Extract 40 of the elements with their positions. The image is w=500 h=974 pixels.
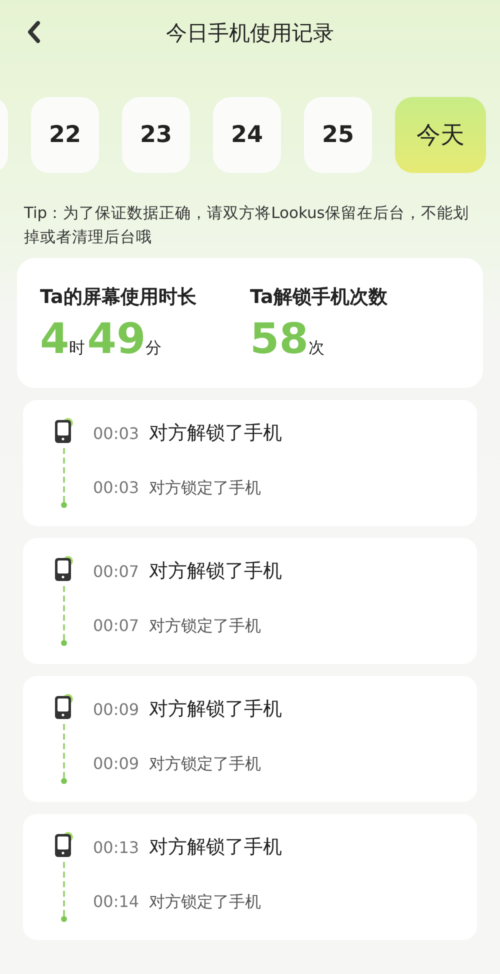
date-chip[interactable]: 今天 [395,97,486,173]
timeline-dot [61,916,67,922]
event-text: 对方解锁了手机 [149,697,282,722]
stat-number: 58 [250,314,308,364]
event-time: 00:03 [93,424,140,443]
event-time: 00:13 [93,838,140,857]
event-time: 00:09 [93,700,140,719]
date-chip[interactable]: 22 [31,97,99,173]
date-chip[interactable]: 23 [122,97,190,173]
stat-unit: 次 [308,338,324,359]
date-chip[interactable]: 25 [304,97,372,173]
tip-text: Tip：为了保证数据正确，请双方将Lookus保留在后台，不能划掉或者清理后台哦 [24,203,470,248]
timeline-dot [61,502,67,508]
event-time: 00:09 [93,754,140,773]
phone-icon [53,556,75,582]
event-time: 00:07 [93,562,140,581]
event-text: 对方锁定了手机 [149,754,262,775]
event-text: 对方锁定了手机 [149,892,262,913]
timeline-dot [61,778,67,784]
back-icon [26,20,42,44]
stat-label: Ta的屏幕使用时长 [40,285,198,310]
timeline-dot [61,640,67,646]
event-time: 00:03 [93,478,140,497]
stat-label: Ta解锁手机次数 [250,285,388,310]
event-text: 对方解锁了手机 [149,559,282,584]
phone-icon [53,694,75,720]
stat-unit: 分 [146,338,162,359]
stat-number: 4 [40,314,70,364]
phone-icon [53,418,75,444]
event-text: 对方锁定了手机 [149,616,262,637]
phone-icon [53,832,75,858]
event-text: 对方解锁了手机 [149,421,282,446]
date-chip[interactable]: 24 [213,97,281,173]
event-text: 对方解锁了手机 [149,835,282,860]
event-time: 00:07 [93,616,140,635]
event-time: 00:14 [93,892,140,911]
page-title: 今日手机使用记录 [166,20,334,47]
event-text: 对方锁定了手机 [149,478,262,499]
stat-unit: 时 [69,338,86,359]
stat-number: 49 [87,314,146,364]
